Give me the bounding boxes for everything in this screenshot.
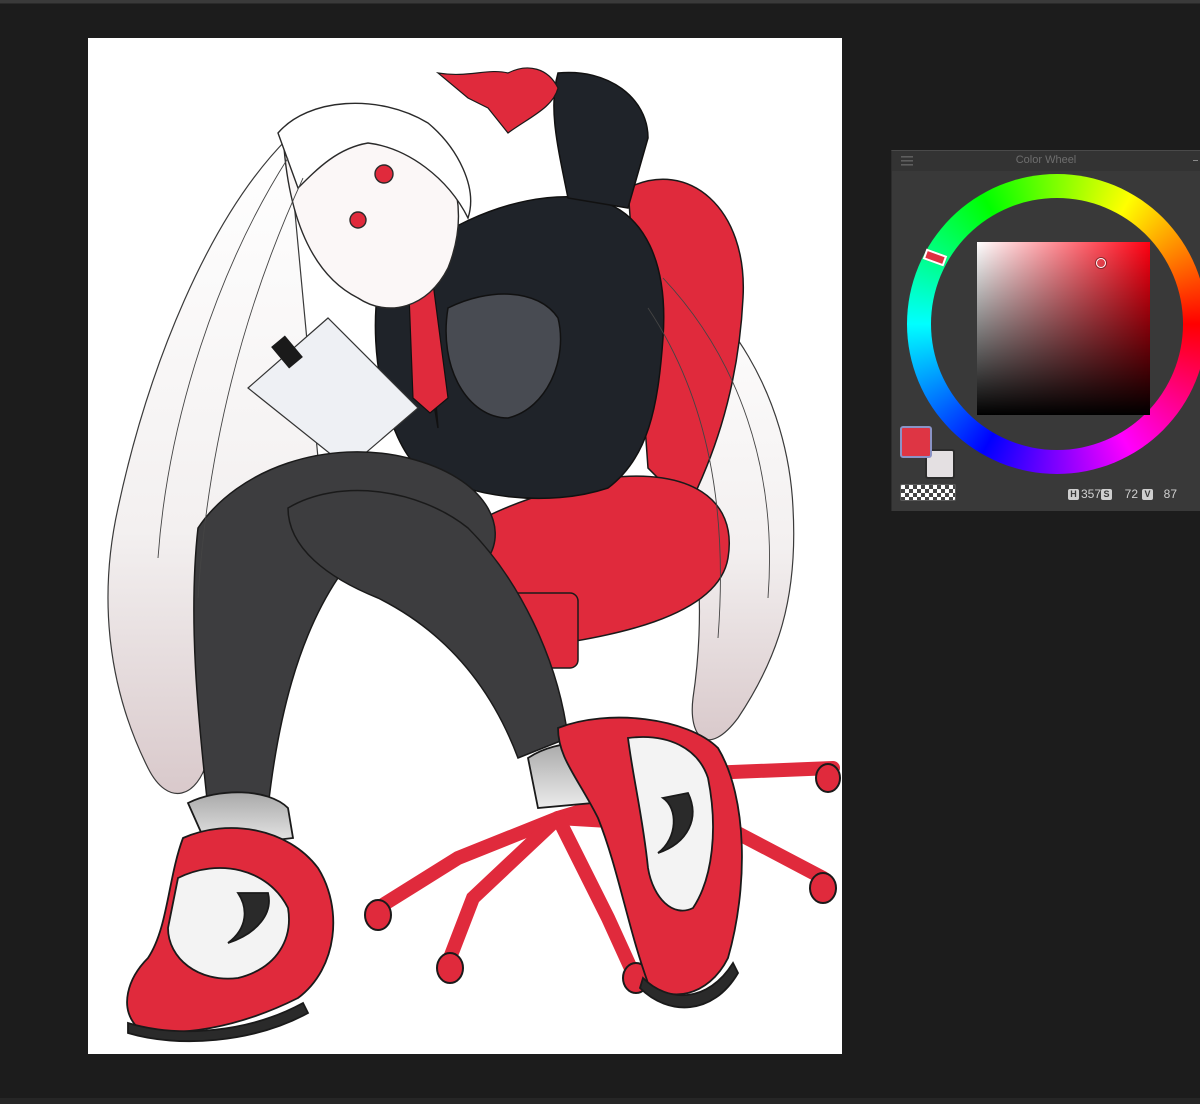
value-value: 87: [1163, 487, 1178, 501]
panel-header[interactable]: Color Wheel: [892, 151, 1200, 171]
color-wheel[interactable]: [907, 174, 1200, 474]
artwork-illustration: [107, 67, 841, 1043]
color-wheel-panel: Color Wheel H 357 S 72 V 87: [891, 150, 1200, 511]
paint-app-workspace: Color Wheel H 357 S 72 V 87: [0, 0, 1200, 1104]
hue-label: H: [1068, 488, 1079, 500]
panel-collapse-icon[interactable]: [1193, 160, 1198, 161]
drawing-canvas[interactable]: [88, 38, 842, 1054]
panel-title: Color Wheel: [1015, 154, 1077, 166]
value-label: V: [1142, 488, 1154, 500]
saturation-value: 72: [1124, 487, 1139, 501]
hsv-readout: H 357 S 72 V 87: [1068, 487, 1177, 501]
saturation-value-square[interactable]: [977, 242, 1150, 415]
checkerboard-icon[interactable]: [900, 484, 956, 501]
sv-selector-handle[interactable]: [1096, 258, 1106, 268]
hue-value: 357: [1081, 487, 1102, 501]
sneaker-left: [126, 791, 335, 1043]
head: [277, 102, 472, 309]
saturation-label: S: [1101, 488, 1113, 500]
bottom-status-edge: [0, 1098, 1200, 1104]
top-toolbar-edge: [0, 0, 1200, 4]
main-color-swatch[interactable]: [900, 426, 932, 458]
